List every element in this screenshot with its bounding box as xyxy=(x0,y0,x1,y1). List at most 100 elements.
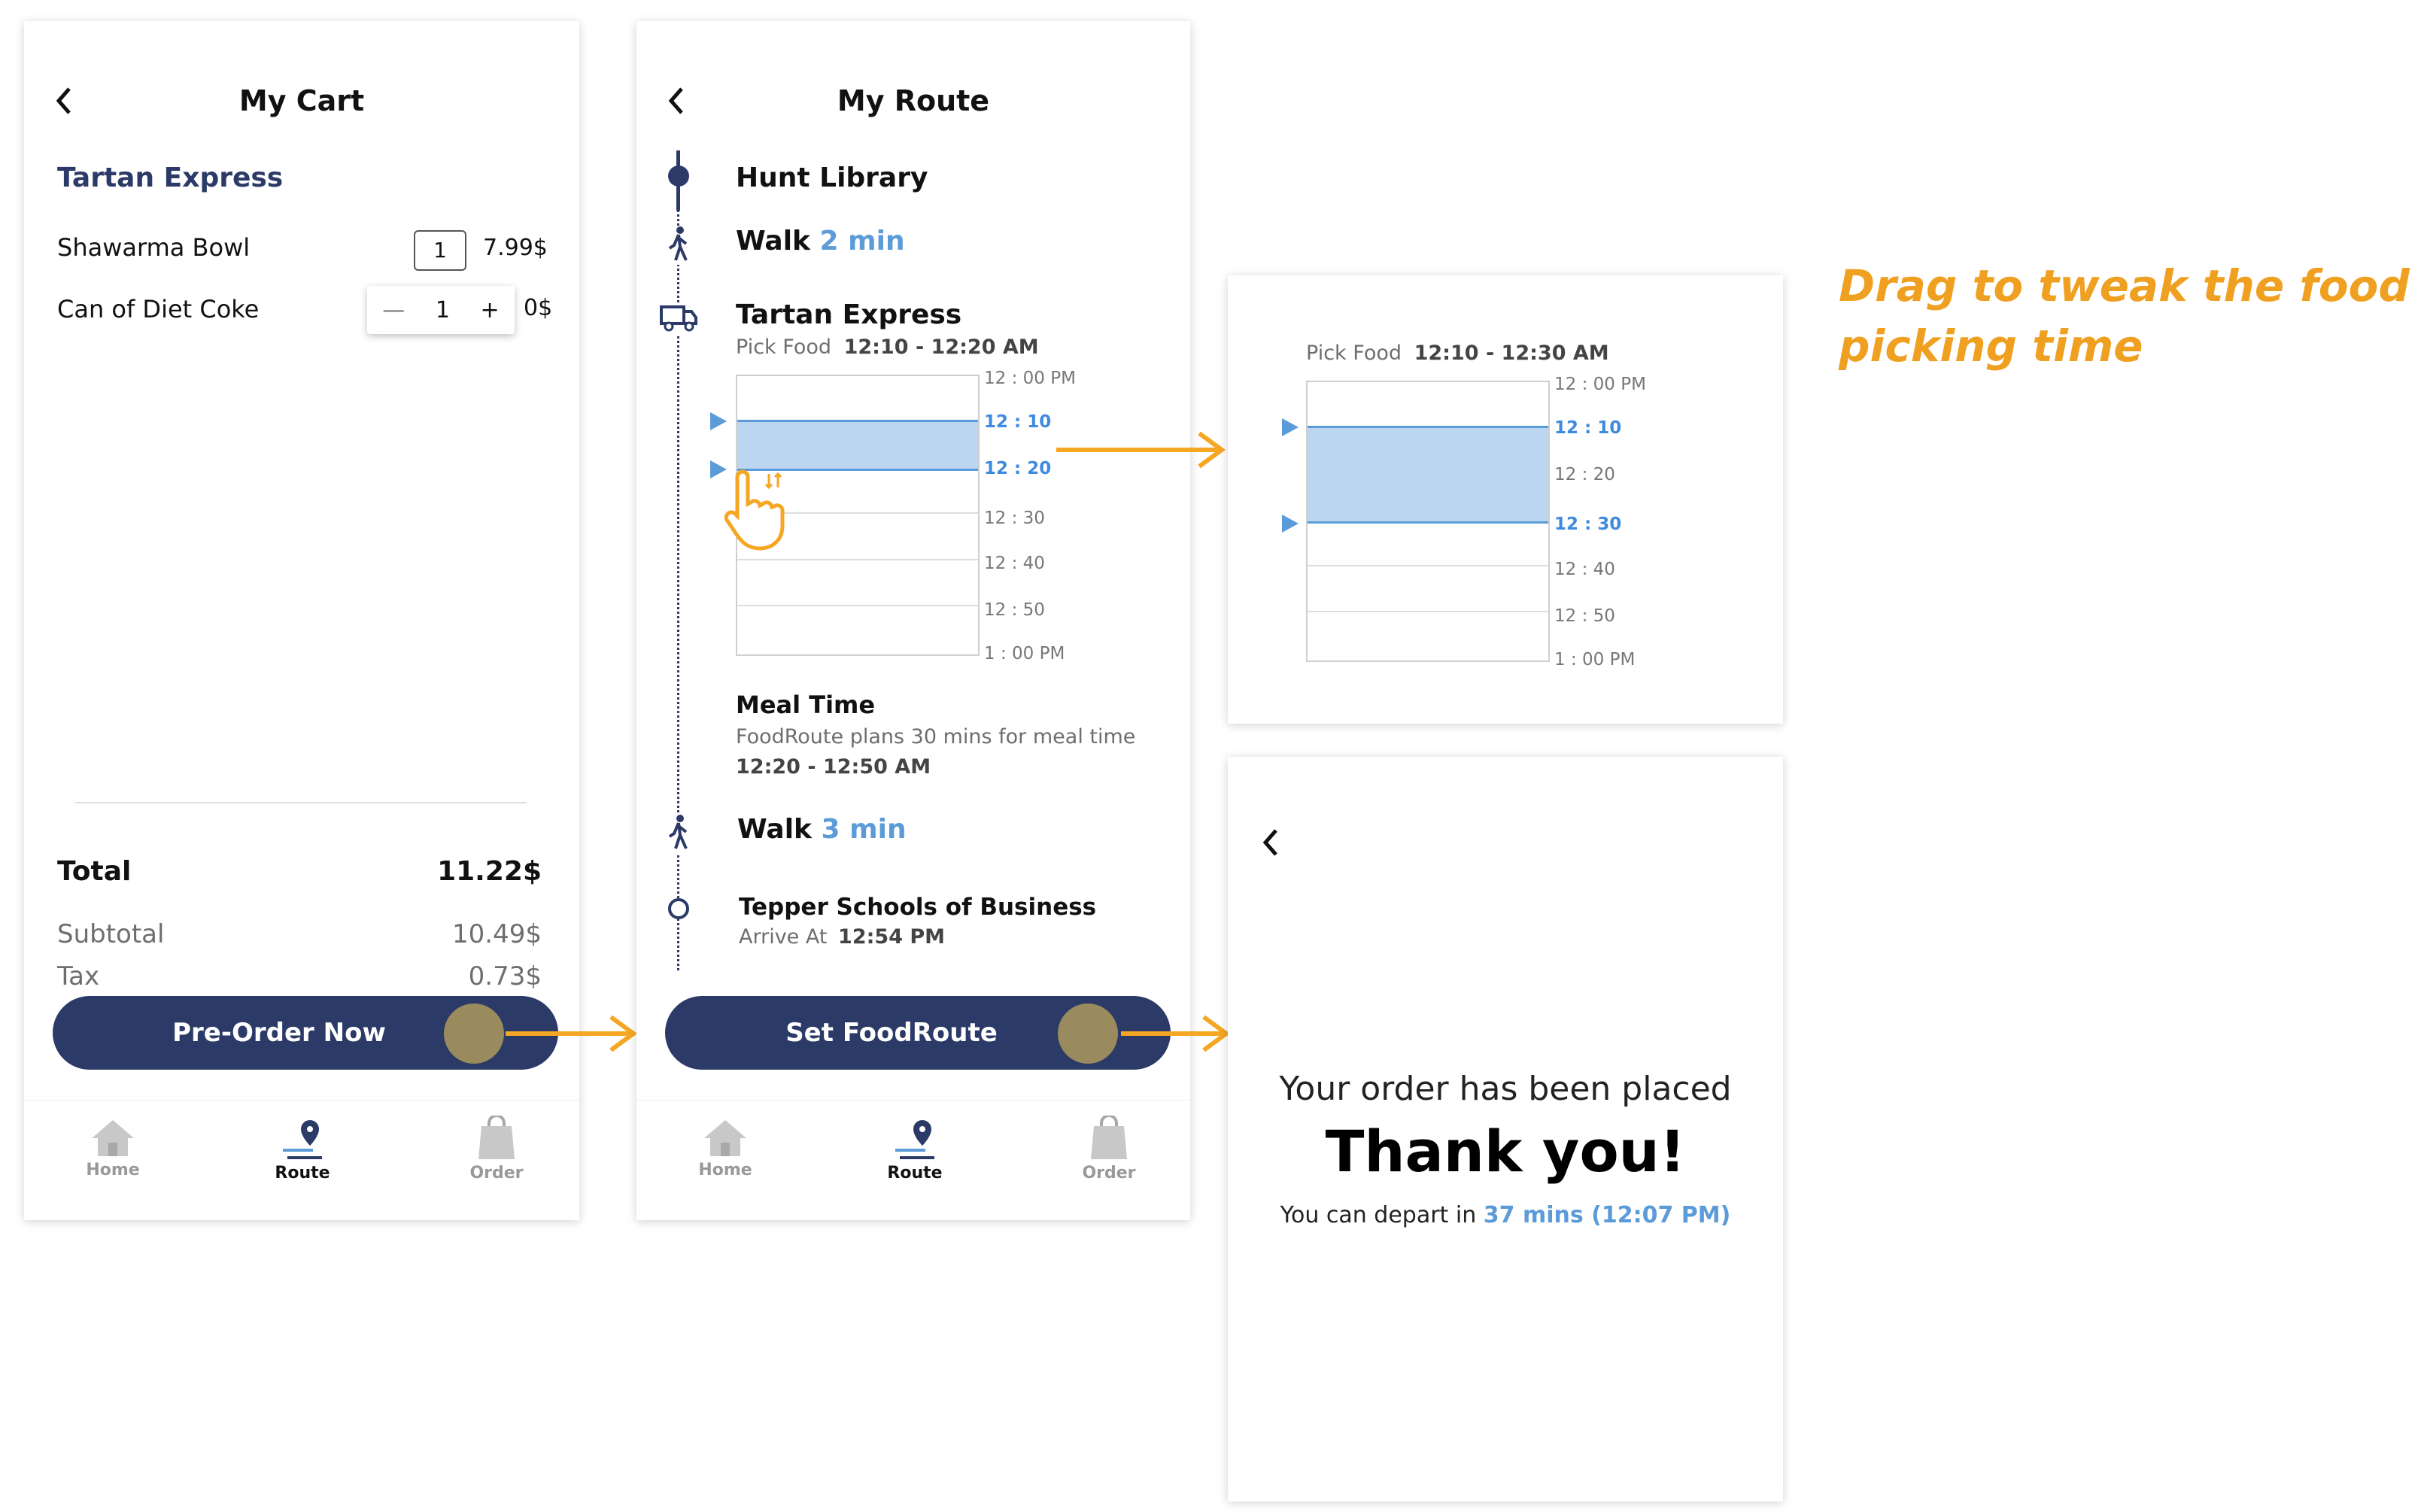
stop-name: Tartan Express xyxy=(736,299,962,330)
hand-cursor-icon xyxy=(719,469,787,555)
pick-food-row: Pick Food 12:10 - 12:30 AM xyxy=(1306,342,1609,365)
walk-label: Walk xyxy=(737,814,812,845)
tick-label: 12 : 50 xyxy=(1554,606,1615,626)
nav-home[interactable]: Home xyxy=(60,1161,166,1180)
total-value: 11.22$ xyxy=(437,856,542,887)
pre-order-label: Pre-Order Now xyxy=(172,1018,386,1048)
divider xyxy=(75,802,527,803)
walk-segment: Walk 2 min xyxy=(736,226,905,257)
tick-label: 1 : 00 PM xyxy=(984,644,1065,663)
picker-gridline xyxy=(1308,611,1548,612)
order-icon xyxy=(475,1114,518,1164)
flow-arrow xyxy=(1056,429,1229,474)
meal-time: 12:20 - 12:50 AM xyxy=(736,755,931,779)
tick-label: 12 : 10 xyxy=(984,412,1052,432)
route-screen: My Route Hunt Library Walk 2 min Tartan … xyxy=(636,21,1190,1220)
nav-route[interactable]: Route xyxy=(862,1164,967,1183)
meal-description: FoodRoute plans 30 mins for meal time xyxy=(736,725,1136,748)
slide-handle[interactable] xyxy=(444,1003,504,1064)
walk-segment: Walk 3 min xyxy=(737,814,907,845)
arrive-time: 12:54 PM xyxy=(838,925,946,949)
picker-gridline xyxy=(1308,565,1548,566)
selected-range[interactable] xyxy=(1308,426,1548,524)
truck-icon xyxy=(659,302,698,335)
item-price: 7.99$ xyxy=(483,235,548,261)
depart-info: You can depart in 37 mins (12:07 PM) xyxy=(1228,1202,1783,1228)
tick-label: 12 : 20 xyxy=(984,459,1052,478)
tick-label: 12 : 00 PM xyxy=(1554,375,1646,394)
walk-icon xyxy=(665,814,692,853)
total-label: Total xyxy=(57,856,132,887)
item-name: Shawarma Bowl xyxy=(57,233,251,262)
depart-prefix: You can depart in xyxy=(1280,1202,1477,1228)
depart-time: 37 mins (12:07 PM) xyxy=(1483,1202,1731,1228)
tick-label: 12 : 40 xyxy=(1554,560,1615,579)
minus-icon[interactable]: — xyxy=(382,297,405,323)
nav-order[interactable]: Order xyxy=(1056,1164,1162,1183)
tax-value: 0.73$ xyxy=(468,961,542,991)
bottom-nav: Home Route Order xyxy=(24,1100,579,1213)
route-icon xyxy=(892,1119,940,1164)
page-title: My Cart xyxy=(238,84,365,117)
home-icon xyxy=(90,1119,135,1161)
destination: Tepper Schools of Business xyxy=(739,894,1097,921)
slide-handle[interactable] xyxy=(1058,1003,1118,1064)
annotation-text: Drag to tweak the food picking time xyxy=(1839,256,2410,376)
walk-icon xyxy=(665,226,692,265)
end-dot xyxy=(668,898,689,919)
plus-icon[interactable]: + xyxy=(481,297,500,323)
arrive-label: Arrive At xyxy=(739,925,828,949)
arrive-row: Arrive At 12:54 PM xyxy=(739,925,945,949)
tax-label: Tax xyxy=(57,961,100,991)
drag-handle-start[interactable] xyxy=(1282,418,1299,436)
store-name: Tartan Express xyxy=(57,162,284,193)
home-icon xyxy=(703,1119,748,1161)
picker-gridline xyxy=(737,605,978,606)
nav-order[interactable]: Order xyxy=(444,1164,549,1183)
pick-food-row: Pick Food 12:10 - 12:20 AM xyxy=(736,335,1039,359)
flow-arrow xyxy=(1121,1013,1234,1058)
tick-label: 12 : 50 xyxy=(984,600,1045,620)
order-placed-text: Your order has been placed xyxy=(1279,1070,1732,1108)
tick-label: 12 : 10 xyxy=(1554,418,1622,438)
nav-home[interactable]: Home xyxy=(673,1161,778,1180)
annotation-line: Drag to tweak the food xyxy=(1839,260,2410,311)
start-location: Hunt Library xyxy=(736,162,928,193)
route-icon xyxy=(280,1119,328,1164)
selected-range[interactable] xyxy=(737,420,978,471)
picker-gridline xyxy=(737,559,978,560)
item-price: 0$ xyxy=(524,295,553,321)
annotation-line: picking time xyxy=(1839,320,2143,372)
quantity-stepper[interactable]: — 1 + xyxy=(367,286,515,334)
walk-time: 3 min xyxy=(821,814,907,845)
pick-label: Pick Food xyxy=(736,335,831,359)
quantity-value: 1 xyxy=(435,296,450,323)
start-dot xyxy=(668,165,689,187)
drag-handle-end[interactable] xyxy=(1282,515,1299,533)
meal-title: Meal Time xyxy=(736,691,876,719)
time-picker[interactable] xyxy=(1306,381,1550,662)
pick-time: 12:10 - 12:30 AM xyxy=(1414,342,1609,365)
order-icon xyxy=(1088,1114,1130,1164)
bottom-nav: Home Route Order xyxy=(636,1100,1190,1213)
back-icon[interactable] xyxy=(1259,826,1282,867)
thank-you-heading: Thank you! xyxy=(1325,1118,1686,1185)
subtotal-value: 10.49$ xyxy=(452,919,542,949)
set-foodroute-label: Set FoodRoute xyxy=(785,1018,998,1048)
tick-label: 12 : 30 xyxy=(984,509,1045,528)
pick-label: Pick Food xyxy=(1306,342,1402,365)
flow-arrow xyxy=(506,1013,641,1058)
page-title: My Route xyxy=(837,84,990,117)
tick-label: 12 : 40 xyxy=(984,554,1045,573)
tick-label: 1 : 00 PM xyxy=(1554,650,1636,669)
subtotal-label: Subtotal xyxy=(57,919,165,949)
pick-time: 12:10 - 12:20 AM xyxy=(843,335,1039,359)
tick-label: 12 : 30 xyxy=(1554,515,1622,534)
tweak-panel: Pick Food 12:10 - 12:30 AM 12 : 00 PM 12… xyxy=(1228,275,1783,724)
nav-route[interactable]: Route xyxy=(250,1164,355,1183)
tick-label: 12 : 00 PM xyxy=(984,369,1076,388)
drag-handle-start[interactable] xyxy=(710,412,727,430)
tick-label: 12 : 20 xyxy=(1554,465,1615,484)
quantity-box[interactable]: 1 xyxy=(414,230,466,271)
item-name: Can of Diet Coke xyxy=(57,295,260,323)
